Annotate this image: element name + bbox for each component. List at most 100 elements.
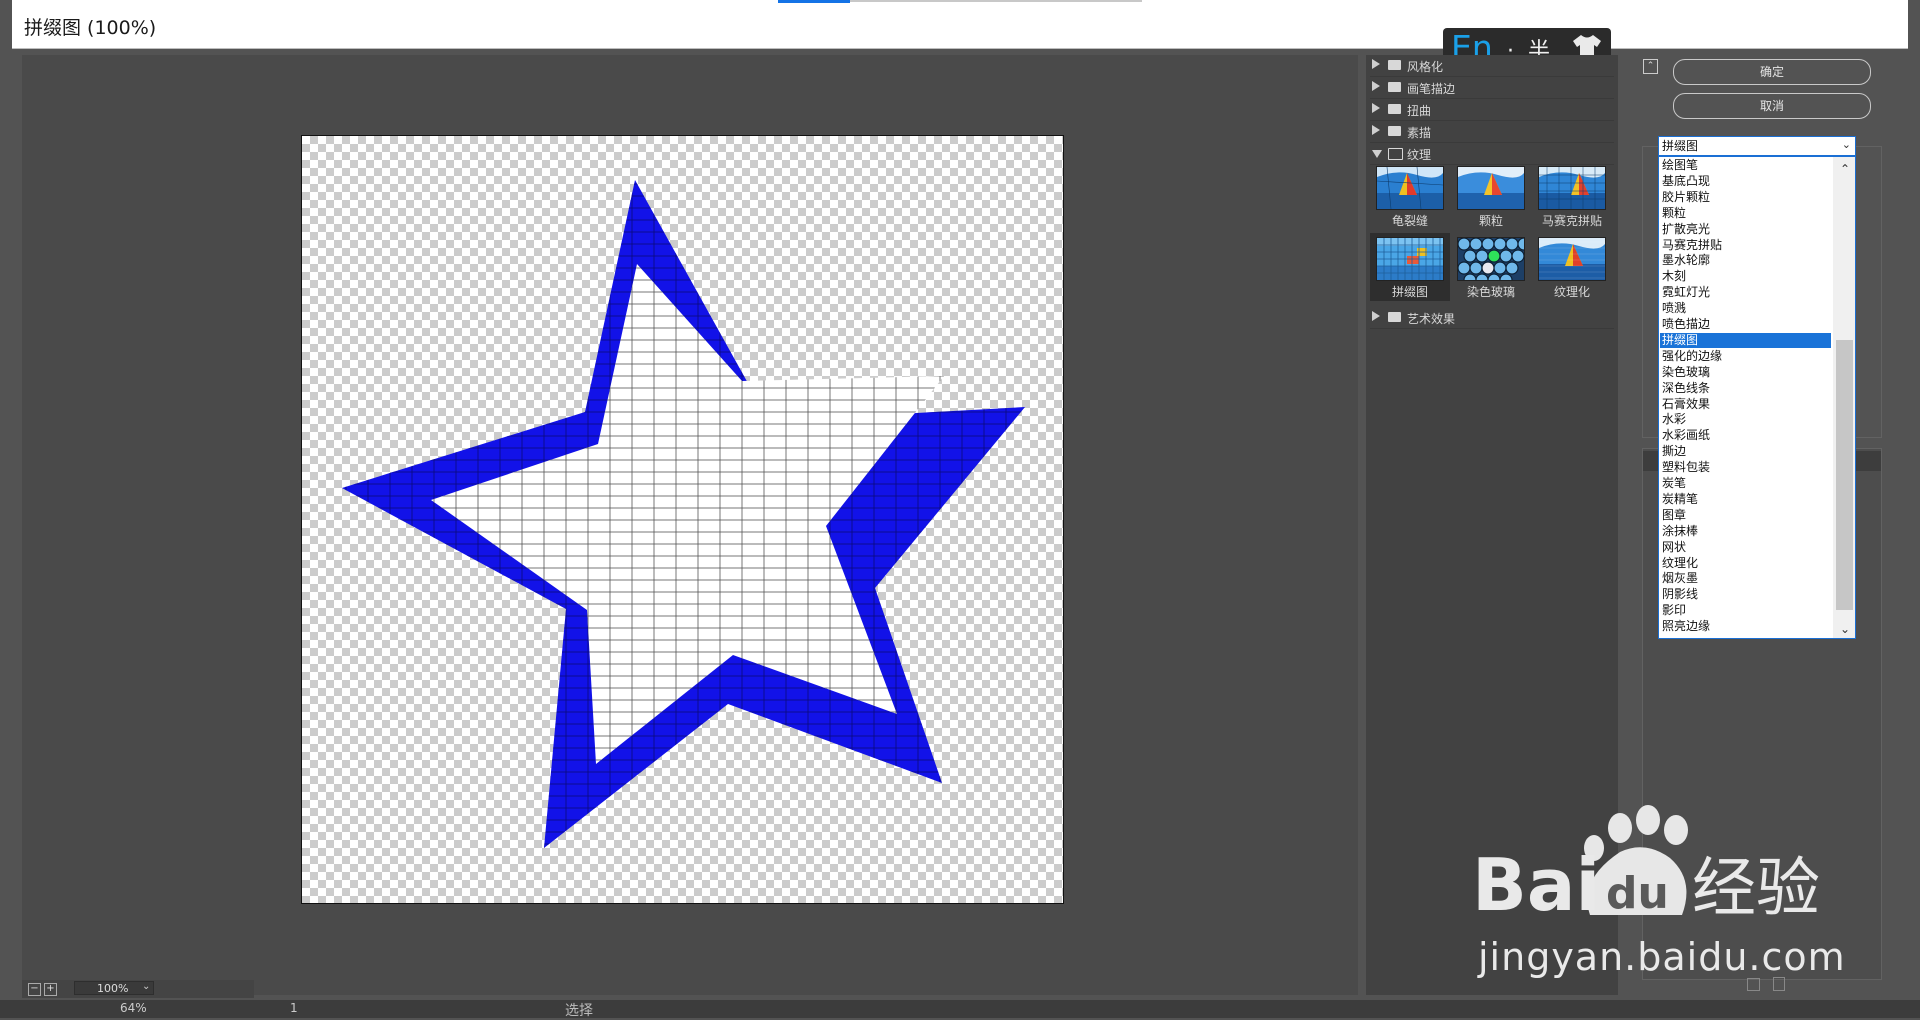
- thumbnail-image: [1538, 237, 1606, 281]
- dropdown-option[interactable]: 影印: [1660, 603, 1831, 618]
- dropdown-option[interactable]: 绘图笔: [1660, 158, 1831, 173]
- scroll-up-icon[interactable]: ⌃: [1840, 162, 1850, 176]
- dropdown-option[interactable]: 强化的边缘: [1660, 349, 1831, 364]
- thumbnail-label: 拼缀图: [1391, 285, 1428, 299]
- dialog-title-bar: 拼缀图 (100%): [12, 0, 1908, 49]
- thumbnail-label: 龟裂缝: [1391, 214, 1428, 228]
- collapse-gallery-icon[interactable]: ⌃: [1643, 59, 1658, 74]
- category-brush-strokes[interactable]: 画笔描边: [1370, 78, 1614, 99]
- dropdown-option[interactable]: 颗粒: [1660, 206, 1831, 221]
- category-label: 纹理: [1407, 148, 1432, 162]
- folder-icon: [1388, 126, 1401, 136]
- category-label: 扭曲: [1407, 104, 1432, 118]
- dropdown-option[interactable]: 拼缀图: [1660, 332, 1831, 348]
- dropdown-option[interactable]: 水彩画纸: [1660, 428, 1831, 443]
- category-label: 素描: [1407, 126, 1432, 140]
- bottom-status-strip: 64% 1 选择: [0, 1000, 1920, 1019]
- dropdown-option[interactable]: 照亮边缘: [1660, 619, 1831, 634]
- thumbnail-image: [1457, 237, 1525, 281]
- expand-arrow-icon[interactable]: [1372, 103, 1380, 113]
- folder-open-icon: [1388, 148, 1403, 160]
- scrollbar-thumb[interactable]: [1836, 340, 1853, 610]
- expand-arrow-icon[interactable]: [1372, 125, 1380, 135]
- thumb-mosaic-tiles[interactable]: 马赛克拼贴: [1532, 162, 1612, 230]
- thumbnail-label: 纹理化: [1553, 285, 1590, 299]
- cancel-button[interactable]: 取消: [1673, 93, 1871, 119]
- watermark-brand: Bai: [1472, 843, 1600, 927]
- thumbnail-label: 颗粒: [1478, 214, 1503, 228]
- category-label: 画笔描边: [1407, 82, 1456, 96]
- dropdown-option[interactable]: 墨水轮廓: [1660, 253, 1831, 268]
- collapse-arrow-icon[interactable]: [1372, 150, 1382, 158]
- zoom-bar: − + 100% ⌄: [22, 980, 254, 998]
- dropdown-option[interactable]: 染色玻璃: [1660, 365, 1831, 380]
- folder-icon: [1388, 104, 1401, 114]
- dropdown-option[interactable]: 石膏效果: [1660, 397, 1831, 412]
- folder-icon: [1388, 312, 1401, 322]
- category-label: 艺术效果: [1407, 312, 1456, 326]
- expand-arrow-icon[interactable]: [1372, 81, 1380, 91]
- dropdown-option[interactable]: 马赛克拼贴: [1660, 238, 1831, 253]
- category-distort[interactable]: 扭曲: [1370, 100, 1614, 121]
- ok-button[interactable]: 确定: [1673, 59, 1871, 85]
- thumbnail-label: 马赛克拼贴: [1541, 214, 1602, 228]
- category-label: 风格化: [1407, 60, 1444, 74]
- dropdown-option[interactable]: 木刻: [1660, 269, 1831, 284]
- thumb-craquelure[interactable]: 龟裂缝: [1370, 162, 1450, 230]
- filter-select[interactable]: 拼缀图 ⌄: [1658, 136, 1856, 156]
- thumbnail-image: [1538, 166, 1606, 210]
- filter-dropdown-list[interactable]: 绘图笔 基底凸现 胶片颗粒 颗粒 扩散亮光 马赛克拼贴 墨水轮廓 木刻 霓虹灯光 喷溅 喷色描边 拼缀…: [1658, 156, 1856, 639]
- dropdown-option[interactable]: 炭精笔: [1660, 492, 1831, 507]
- app-zoom-value[interactable]: 64%: [120, 1001, 147, 1015]
- dropdown-option[interactable]: 阴影线: [1660, 587, 1831, 602]
- folder-icon: [1388, 60, 1401, 70]
- page-number[interactable]: 1: [290, 1001, 298, 1015]
- thumb-texturizer[interactable]: 纹理化: [1532, 233, 1612, 301]
- thumbnail-image: [1457, 166, 1525, 210]
- dialog-title: 拼缀图 (100%): [24, 17, 157, 39]
- dropdown-option[interactable]: 喷溅: [1660, 301, 1831, 316]
- status-text: 选择: [565, 1003, 593, 1019]
- dropdown-option[interactable]: 基底凸现: [1660, 174, 1831, 189]
- folder-icon: [1388, 82, 1401, 92]
- dropdown-option[interactable]: 涂抹棒: [1660, 524, 1831, 539]
- dropdown-option[interactable]: 烟灰墨: [1660, 571, 1831, 586]
- category-stylize[interactable]: 风格化: [1370, 56, 1614, 77]
- scroll-down-icon[interactable]: ⌄: [1840, 622, 1850, 636]
- dropdown-option[interactable]: 胶片颗粒: [1660, 190, 1831, 205]
- dropdown-option[interactable]: 图章: [1660, 508, 1831, 523]
- svg-text:du: du: [1606, 868, 1669, 919]
- preview-canvas[interactable]: [301, 135, 1064, 904]
- zoom-in-button[interactable]: +: [44, 983, 57, 996]
- watermark-url: jingyan.baidu.com: [1478, 935, 1846, 979]
- thumb-stained-glass[interactable]: 染色玻璃: [1451, 233, 1531, 301]
- dropdown-option[interactable]: 纹理化: [1660, 556, 1831, 571]
- dropdown-option[interactable]: 喷色描边: [1660, 317, 1831, 332]
- filter-select-value: 拼缀图: [1662, 139, 1699, 153]
- expand-arrow-icon[interactable]: [1372, 311, 1380, 321]
- thumbnail-label: 染色玻璃: [1466, 285, 1515, 299]
- dropdown-option[interactable]: 塑料包装: [1660, 460, 1831, 475]
- title-accent-line: [778, 0, 850, 3]
- thumb-grain[interactable]: 颗粒: [1451, 162, 1531, 230]
- dropdown-scrollbar[interactable]: ⌃ ⌄: [1833, 157, 1855, 638]
- dropdown-option[interactable]: 扩散亮光: [1660, 222, 1831, 237]
- title-divider-line: [850, 0, 1142, 2]
- chevron-down-icon[interactable]: ⌄: [1842, 136, 1851, 154]
- thumbnail-image: [1376, 166, 1444, 210]
- category-sketch[interactable]: 素描: [1370, 122, 1614, 143]
- thumb-patchwork[interactable]: 拼缀图: [1370, 233, 1450, 301]
- dropdown-option[interactable]: 炭笔: [1660, 476, 1831, 491]
- dropdown-option[interactable]: 水彩: [1660, 412, 1831, 427]
- dropdown-option[interactable]: 霓虹灯光: [1660, 285, 1831, 300]
- chevron-down-icon[interactable]: ⌄: [142, 981, 150, 992]
- expand-arrow-icon[interactable]: [1372, 59, 1380, 69]
- dropdown-option[interactable]: 深色线条: [1660, 381, 1831, 396]
- dropdown-option[interactable]: 网状: [1660, 540, 1831, 555]
- dropdown-option[interactable]: 撕边: [1660, 444, 1831, 459]
- watermark-brand-suffix: 经验: [1692, 852, 1820, 926]
- star-image: [342, 180, 1025, 848]
- category-artistic[interactable]: 艺术效果: [1370, 308, 1614, 329]
- thumbnail-image: [1376, 237, 1444, 281]
- zoom-out-button[interactable]: −: [28, 983, 41, 996]
